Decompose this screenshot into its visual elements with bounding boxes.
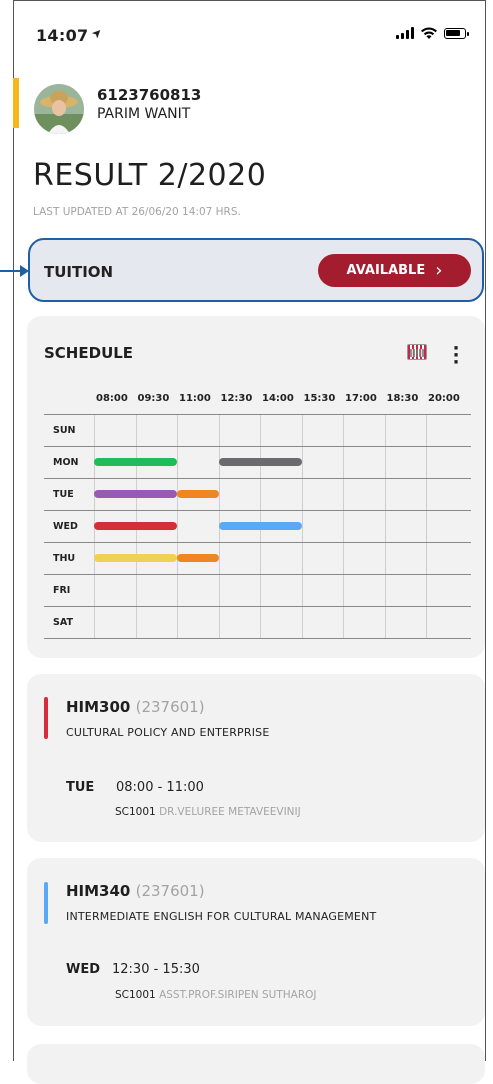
course-code: HIM340 (237601) — [66, 882, 205, 900]
course-section: (237601) — [135, 698, 205, 716]
schedule-block[interactable] — [177, 490, 219, 498]
status-time: 14:07 — [36, 26, 89, 45]
course-time: 08:00 - 11:00 — [116, 780, 204, 795]
frame-top-border — [13, 0, 486, 1]
frame-right-border — [485, 0, 486, 1061]
day-label-tue: TUE — [53, 489, 74, 500]
course-instructor: ASST.PROF.SIRIPEN SUTHAROJ — [159, 989, 317, 1001]
schedule-title: SCHEDULE — [44, 344, 134, 362]
course-day: TUE — [66, 780, 95, 795]
time-slot-label: 09:30 — [137, 393, 170, 404]
day-label-thu: THU — [53, 553, 76, 564]
course-code-text: HIM340 — [66, 882, 131, 900]
battery-icon — [444, 27, 469, 39]
time-slot-label: 17:00 — [345, 393, 377, 404]
tuition-row[interactable]: TUITION AVAILABLE › — [28, 238, 484, 302]
schedule-block[interactable] — [218, 458, 302, 466]
last-updated-text: LAST UPDATED AT 26/06/20 14:07 HRS. — [33, 206, 241, 218]
frame-left-border — [13, 0, 14, 1061]
available-button-label: AVAILABLE — [346, 263, 426, 278]
course-time: 12:30 - 15:30 — [112, 962, 200, 977]
grid-row-line — [44, 638, 471, 639]
grid-row-line — [44, 574, 471, 575]
time-slot-label: 08:00 — [96, 393, 128, 404]
course-room: SC1001 — [115, 989, 156, 1001]
schedule-block[interactable] — [94, 490, 177, 498]
tuition-label: TUITION — [44, 263, 114, 281]
course-code: HIM300 (237601) — [66, 698, 205, 716]
course-code-text: HIM300 — [66, 698, 131, 716]
profile-accent-bar — [13, 78, 19, 128]
schedule-block[interactable] — [94, 522, 177, 530]
grid-column-line — [301, 414, 303, 638]
grid-row-line — [44, 510, 471, 511]
course-name: INTERMEDIATE ENGLISH FOR CULTURAL MANAGE… — [66, 910, 377, 923]
course-room: SC1001 — [115, 806, 156, 818]
schedule-block[interactable] — [94, 458, 177, 466]
signal-icon — [396, 27, 414, 39]
grid-column-line — [177, 414, 178, 638]
course-section: (237601) — [135, 882, 205, 900]
calendar-icon[interactable] — [407, 344, 427, 360]
course-instructor: DR.VELUREE METAVEEVINIJ — [159, 806, 301, 818]
schedule-block[interactable] — [218, 522, 302, 530]
time-slot-label: 11:00 — [179, 393, 211, 404]
avatar[interactable] — [34, 84, 84, 134]
course-room-line: SC1001 DR.VELUREE METAVEEVINIJ — [115, 806, 301, 818]
course-room-line: SC1001 ASST.PROF.SIRIPEN SUTHAROJ — [115, 989, 316, 1001]
grid-row-line — [44, 446, 471, 447]
grid-column-line — [384, 414, 386, 638]
day-label-sat: SAT — [53, 617, 73, 628]
schedule-block[interactable] — [94, 554, 177, 562]
tuition-available-button[interactable]: AVAILABLE › — [318, 254, 471, 287]
day-label-mon: MON — [53, 457, 79, 468]
more-options-icon[interactable]: · · · — [449, 340, 463, 372]
time-slot-label: 14:00 — [262, 393, 294, 404]
grid-row-line — [44, 542, 471, 543]
day-label-fri: FRI — [53, 585, 71, 596]
wifi-icon — [421, 27, 437, 39]
grid-row-line — [44, 606, 471, 607]
callout-line — [0, 270, 22, 272]
course-day: WED — [66, 962, 101, 977]
student-id: 6123760813 — [97, 86, 202, 104]
day-label-wed: WED — [53, 521, 78, 532]
schedule-block[interactable] — [177, 554, 219, 562]
grid-column-line — [426, 414, 427, 638]
page-title: RESULT 2/2020 — [33, 158, 267, 193]
course-card[interactable] — [27, 1044, 485, 1084]
location-icon: ➤ — [88, 24, 106, 42]
time-slot-label: 12:30 — [220, 393, 253, 404]
time-slot-label: 20:00 — [428, 393, 460, 404]
course-color-indicator — [44, 882, 48, 924]
grid-column-line — [343, 414, 344, 638]
grid-row-line — [44, 478, 471, 479]
chevron-right-icon: › — [435, 259, 443, 281]
time-slot-label: 15:30 — [303, 393, 336, 404]
time-slot-label: 18:30 — [386, 393, 419, 404]
day-label-sun: SUN — [53, 425, 76, 436]
course-name: CULTURAL POLICY AND ENTERPRISE — [66, 726, 270, 739]
status-indicators — [396, 26, 469, 40]
grid-row-line — [44, 414, 471, 415]
student-name: PARIM WANIT — [97, 106, 191, 122]
course-color-indicator — [44, 697, 48, 739]
